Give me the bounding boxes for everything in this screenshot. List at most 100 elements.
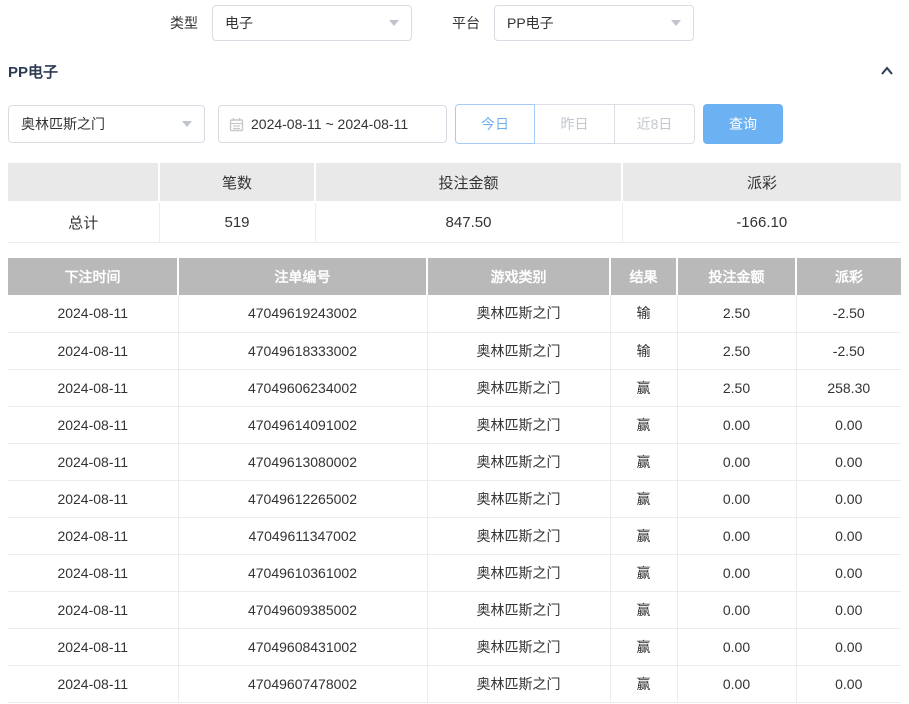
quick-range-button-group: 今日 昨日 近8日 <box>455 104 695 144</box>
chevron-down-icon <box>671 20 681 26</box>
cell-payout: -2.50 <box>796 295 901 332</box>
table-row: 2024-08-1147049606234002奥林匹斯之门赢2.50258.3… <box>8 369 901 406</box>
page: 类型 电子 平台 PP电子 PP电子 奥林匹斯之门 <box>0 0 909 704</box>
cell-bet-amount: 0.00 <box>677 480 796 517</box>
cell-bet-amount: 0.00 <box>677 554 796 591</box>
summary-header-payout: 派彩 <box>622 163 901 202</box>
cell-result: 赢 <box>610 480 677 517</box>
cell-bet-time: 2024-08-11 <box>8 591 178 628</box>
cell-bet-id: 47049614091002 <box>178 406 427 443</box>
cell-game-type: 奥林匹斯之门 <box>427 332 610 369</box>
type-select[interactable]: 电子 <box>212 5 412 41</box>
cell-bet-id: 47049611347002 <box>178 517 427 554</box>
section-header: PP电子 <box>8 58 895 84</box>
cell-bet-amount: 0.00 <box>677 628 796 665</box>
cell-bet-amount: 0.00 <box>677 517 796 554</box>
cell-payout: 0.00 <box>796 406 901 443</box>
cell-bet-amount: 0.00 <box>677 665 796 702</box>
cell-bet-time: 2024-08-11 <box>8 554 178 591</box>
header-payout: 派彩 <box>796 258 901 295</box>
cell-bet-amount: 0.00 <box>677 591 796 628</box>
type-label: 类型 <box>170 13 198 33</box>
cell-game-type: 奥林匹斯之门 <box>427 665 610 702</box>
table-row: 2024-08-1147049618333002奥林匹斯之门输2.50-2.50 <box>8 332 901 369</box>
chevron-down-icon <box>182 121 192 127</box>
cell-bet-time: 2024-08-11 <box>8 295 178 332</box>
type-select-value: 电子 <box>225 13 253 33</box>
cell-result: 赢 <box>610 406 677 443</box>
summary-table: 笔数 投注金额 派彩 总计 519 847.50 -166.10 <box>8 163 901 243</box>
cell-game-type: 奥林匹斯之门 <box>427 369 610 406</box>
cell-bet-time: 2024-08-11 <box>8 443 178 480</box>
date-range-input[interactable]: 2024-08-11 ~ 2024-08-11 <box>218 105 447 143</box>
platform-label: 平台 <box>452 13 480 33</box>
table-row: 2024-08-1147049609385002奥林匹斯之门赢0.000.00 <box>8 591 901 628</box>
cell-game-type: 奥林匹斯之门 <box>427 406 610 443</box>
top-filter-bar: 类型 电子 平台 PP电子 <box>170 4 694 42</box>
table-row: 2024-08-1147049608431002奥林匹斯之门赢0.000.00 <box>8 628 901 665</box>
cell-bet-time: 2024-08-11 <box>8 628 178 665</box>
cell-bet-amount: 2.50 <box>677 295 796 332</box>
cell-result: 赢 <box>610 554 677 591</box>
chevron-up-icon[interactable] <box>879 64 895 78</box>
cell-game-type: 奥林匹斯之门 <box>427 591 610 628</box>
quick-button-yesterday[interactable]: 昨日 <box>535 104 615 144</box>
summary-bet-amount-value: 847.50 <box>315 202 622 242</box>
cell-result: 输 <box>610 295 677 332</box>
header-game-type: 游戏类别 <box>427 258 610 295</box>
cell-result: 赢 <box>610 517 677 554</box>
cell-payout: 0.00 <box>796 665 901 702</box>
summary-count-value: 519 <box>159 202 315 242</box>
cell-bet-id: 47049618333002 <box>178 332 427 369</box>
summary-payout-value: -166.10 <box>622 202 901 242</box>
cell-game-type: 奥林匹斯之门 <box>427 295 610 332</box>
cell-game-type: 奥林匹斯之门 <box>427 443 610 480</box>
summary-header-row: 笔数 投注金额 派彩 <box>8 163 901 202</box>
cell-payout: -2.50 <box>796 332 901 369</box>
cell-game-type: 奥林匹斯之门 <box>427 517 610 554</box>
cell-bet-time: 2024-08-11 <box>8 406 178 443</box>
cell-game-type: 奥林匹斯之门 <box>427 554 610 591</box>
table-row: 2024-08-1147049610361002奥林匹斯之门赢0.000.00 <box>8 554 901 591</box>
cell-payout: 0.00 <box>796 480 901 517</box>
cell-bet-time: 2024-08-11 <box>8 369 178 406</box>
cell-bet-time: 2024-08-11 <box>8 332 178 369</box>
summary-header-bet-amount: 投注金额 <box>315 163 622 202</box>
cell-bet-amount: 2.50 <box>677 332 796 369</box>
cell-result: 赢 <box>610 591 677 628</box>
game-select-value: 奥林匹斯之门 <box>21 114 105 134</box>
cell-bet-time: 2024-08-11 <box>8 517 178 554</box>
cell-bet-id: 47049607478002 <box>178 665 427 702</box>
table-row: 2024-08-1147049612265002奥林匹斯之门赢0.000.00 <box>8 480 901 517</box>
platform-select[interactable]: PP电子 <box>494 5 694 41</box>
cell-bet-amount: 0.00 <box>677 406 796 443</box>
game-select[interactable]: 奥林匹斯之门 <box>8 105 205 143</box>
filter-row: 奥林匹斯之门 2024-08-11 ~ 2024-08-11 今日 昨日 近8日… <box>8 104 783 144</box>
summary-header-count: 笔数 <box>159 163 315 202</box>
header-result: 结果 <box>610 258 677 295</box>
cell-payout: 0.00 <box>796 517 901 554</box>
cell-payout: 0.00 <box>796 443 901 480</box>
cell-result: 赢 <box>610 628 677 665</box>
bet-table: 下注时间 注单编号 游戏类别 结果 投注金额 派彩 2024-08-114704… <box>8 258 901 703</box>
bet-table-header-row: 下注时间 注单编号 游戏类别 结果 投注金额 派彩 <box>8 258 901 295</box>
quick-button-today[interactable]: 今日 <box>455 104 535 144</box>
cell-game-type: 奥林匹斯之门 <box>427 480 610 517</box>
quick-button-last8days[interactable]: 近8日 <box>615 104 695 144</box>
cell-bet-time: 2024-08-11 <box>8 480 178 517</box>
cell-bet-id: 47049606234002 <box>178 369 427 406</box>
cell-result: 赢 <box>610 665 677 702</box>
summary-total-label: 总计 <box>8 202 159 242</box>
chevron-down-icon <box>389 20 399 26</box>
cell-bet-time: 2024-08-11 <box>8 665 178 702</box>
table-row: 2024-08-1147049607478002奥林匹斯之门赢0.000.00 <box>8 665 901 702</box>
cell-bet-id: 47049610361002 <box>178 554 427 591</box>
table-row: 2024-08-1147049614091002奥林匹斯之门赢0.000.00 <box>8 406 901 443</box>
header-bet-time: 下注时间 <box>8 258 178 295</box>
cell-bet-id: 47049619243002 <box>178 295 427 332</box>
search-button[interactable]: 查询 <box>703 104 783 144</box>
table-row: 2024-08-1147049613080002奥林匹斯之门赢0.000.00 <box>8 443 901 480</box>
cell-bet-id: 47049608431002 <box>178 628 427 665</box>
summary-header-empty <box>8 163 159 202</box>
cell-bet-id: 47049613080002 <box>178 443 427 480</box>
